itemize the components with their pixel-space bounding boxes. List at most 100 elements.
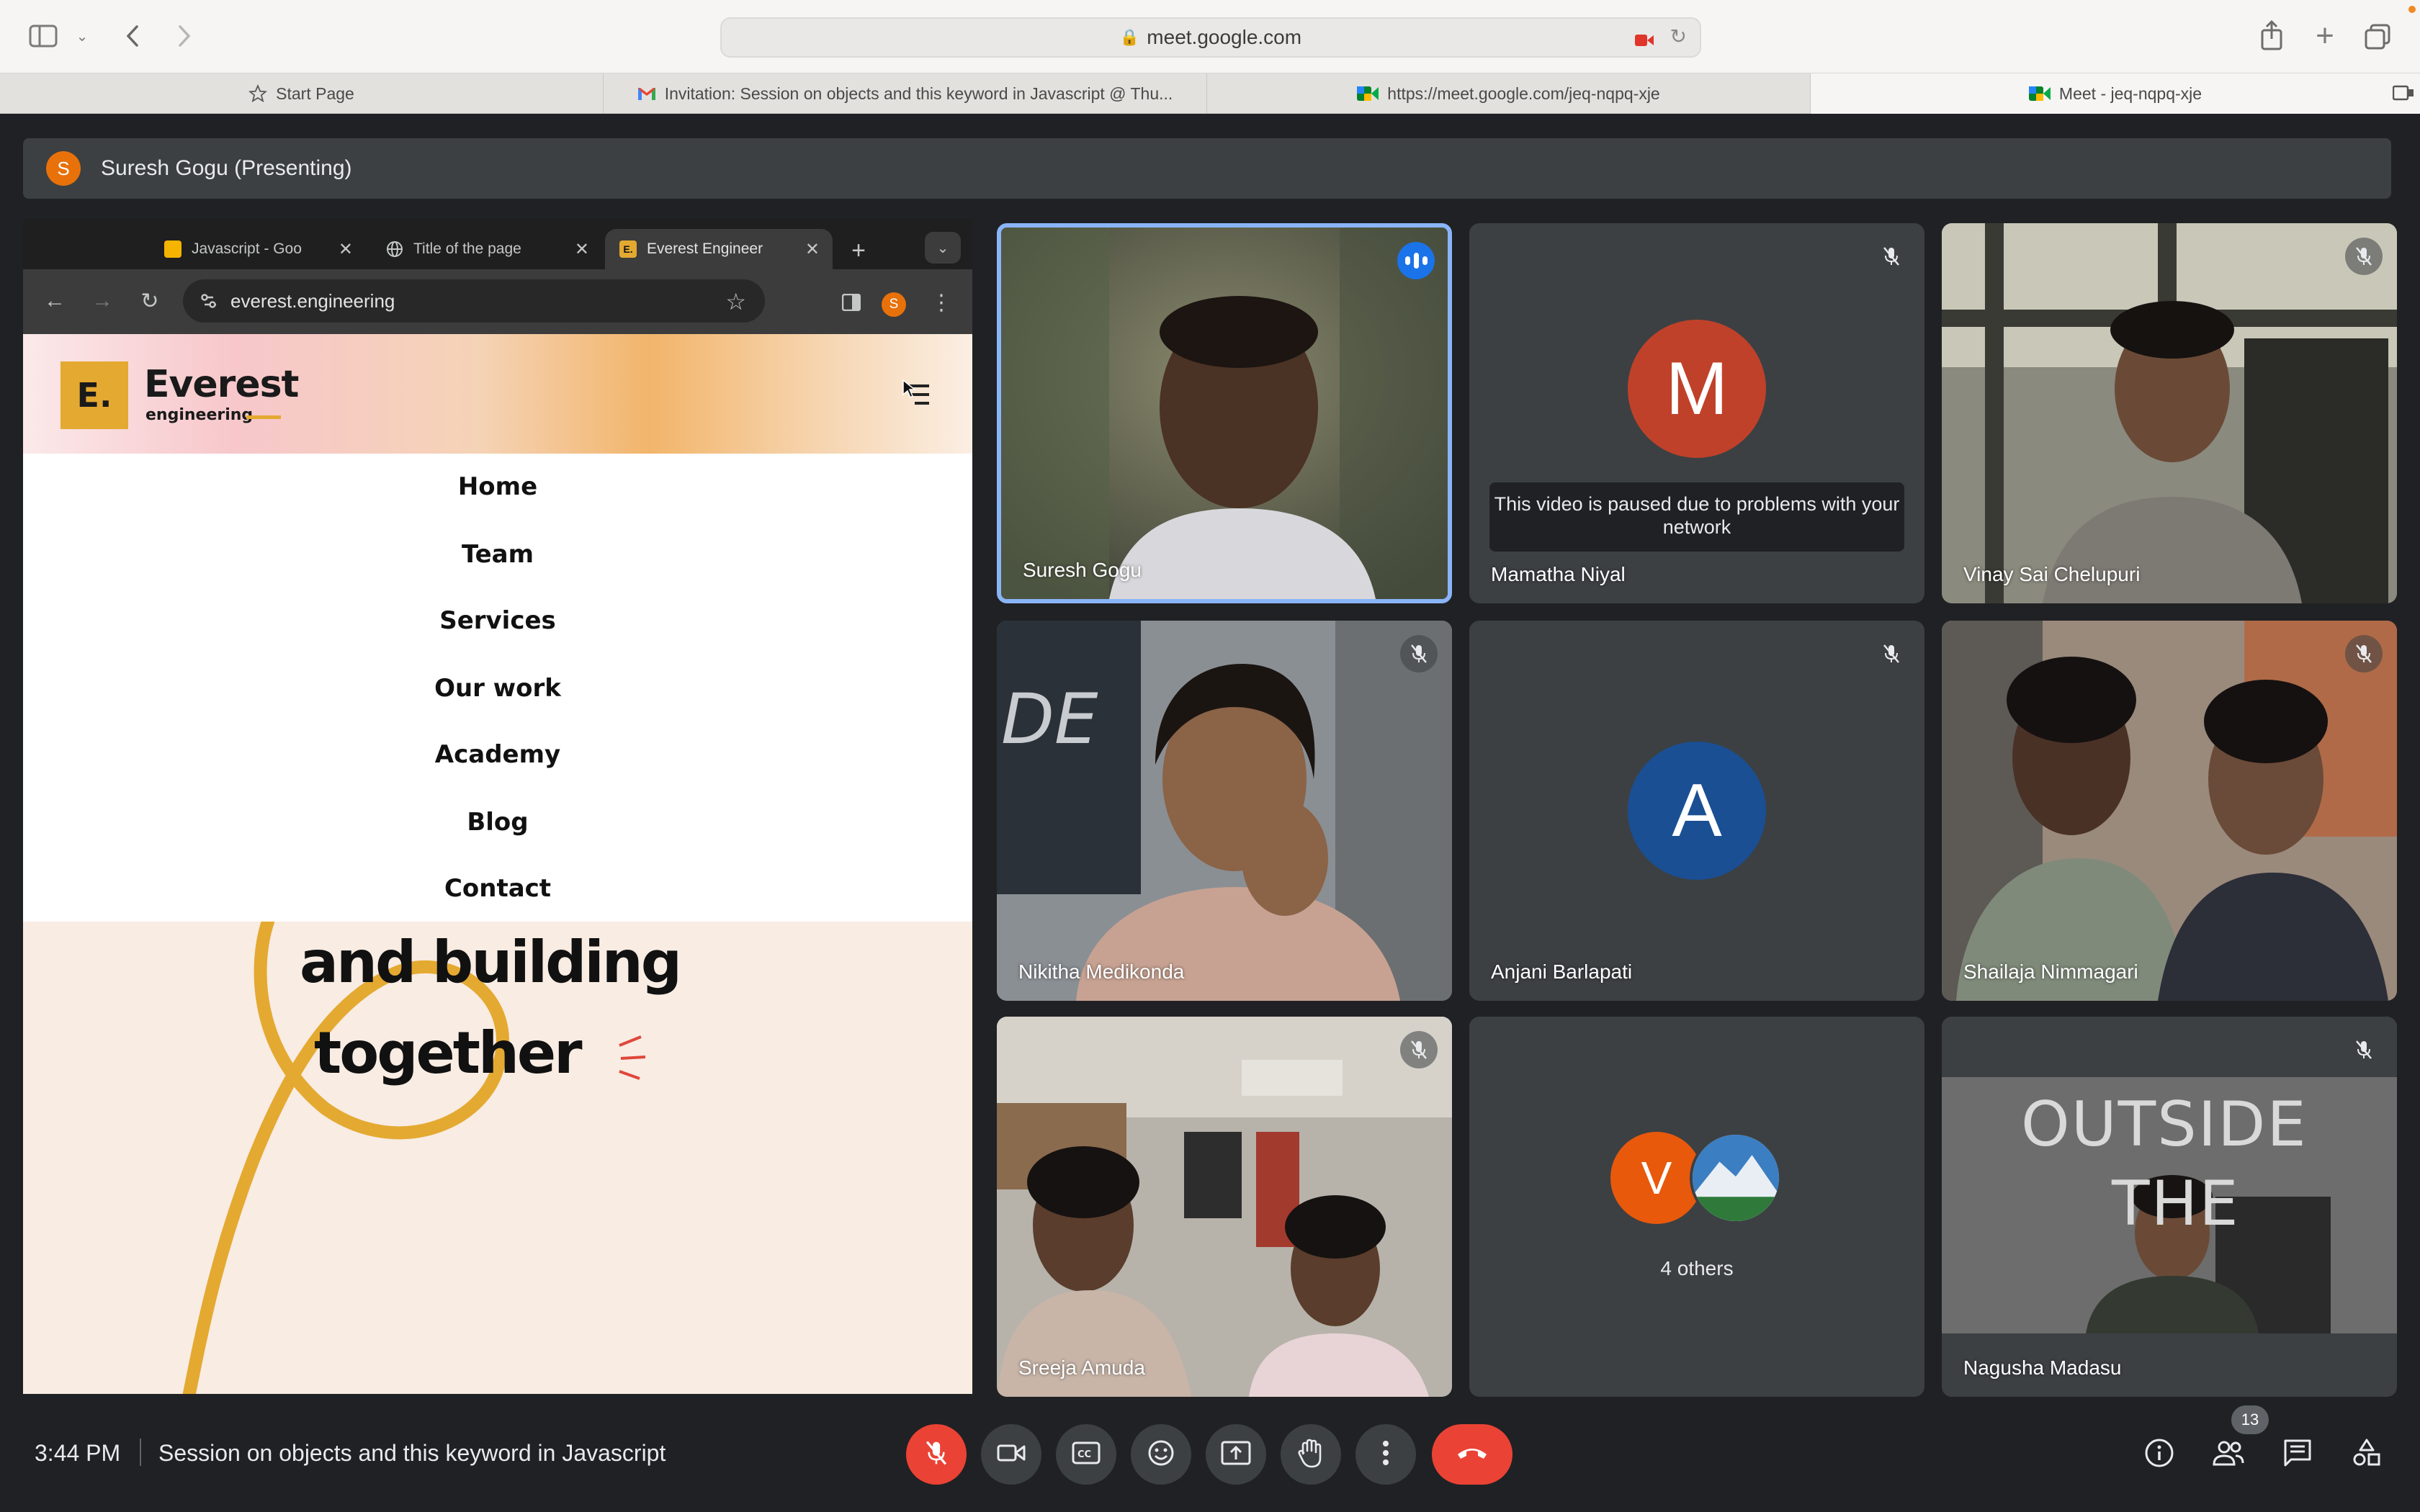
more-options-button[interactable] (1355, 1424, 1416, 1485)
sidebar-toggle-icon[interactable] (27, 22, 59, 50)
address-bar[interactable]: 🔒 meet.google.com ↻ (720, 17, 1701, 58)
participant-tile[interactable]: A Anjani Barlapati (1469, 621, 1924, 1001)
nav-our-work[interactable]: Our work (23, 674, 972, 703)
close-tab-icon[interactable]: ✕ (339, 239, 353, 260)
participant-tile[interactable]: Sreeja Amuda (997, 1017, 1452, 1397)
tab-search-icon[interactable]: ⌄ (925, 232, 961, 264)
globe-icon (386, 240, 403, 258)
camera-in-use-icon[interactable] (1635, 30, 1654, 46)
logo-subtitle: engineering (145, 406, 254, 424)
omnibox[interactable]: everest.engineering ☆ (183, 279, 765, 323)
new-tab-icon[interactable]: + (843, 236, 874, 265)
speaking-indicator-icon (1397, 242, 1435, 279)
divider (140, 1439, 141, 1466)
video-camera-icon (997, 1442, 1026, 1467)
others-tile[interactable]: V 4 others (1469, 1017, 1924, 1397)
participant-name: Shailaja Nimmagari (1963, 960, 2138, 983)
safari-tab-meet-link[interactable]: https://meet.google.com/jeq-nqpq-xje (1207, 73, 1811, 114)
participant-tile[interactable]: OUTSIDE THE Nagusha Madasu (1942, 1017, 2397, 1397)
people-button[interactable] (2205, 1431, 2251, 1477)
mic-off-icon (2345, 635, 2383, 672)
nav-blog[interactable]: Blog (23, 808, 972, 837)
tab-overview-icon[interactable] (2362, 22, 2393, 52)
menu-toggle-icon[interactable] (900, 379, 936, 418)
meet-icon (1357, 85, 1379, 102)
logo-mark[interactable]: E. (60, 361, 128, 429)
mic-off-icon (1873, 238, 1910, 275)
meet-icon (2028, 85, 2051, 102)
safari-tab-invitation[interactable]: Invitation: Session on objects and this … (604, 73, 1207, 114)
others-count-label: 4 others (1660, 1257, 1734, 1279)
bookmark-star-icon[interactable]: ☆ (725, 288, 746, 315)
chevron-down-icon[interactable]: ⌄ (72, 26, 92, 46)
close-tab-icon[interactable]: ✕ (805, 239, 820, 260)
share-icon[interactable] (2257, 17, 2286, 53)
tab-strip-overflow-icon[interactable] (2392, 84, 2414, 106)
participant-tile[interactable]: Suresh Gogu (997, 223, 1452, 603)
nav-contact[interactable]: Contact (23, 874, 972, 903)
everest-favicon: E. (619, 240, 637, 258)
nav-academy[interactable]: Academy (23, 740, 972, 769)
safari-tab-meet-active[interactable]: Meet - jeq-nqpq-xje (1811, 73, 2420, 114)
nav-services[interactable]: Services (23, 606, 972, 635)
chat-button[interactable] (2275, 1431, 2321, 1477)
activities-button[interactable] (2344, 1431, 2390, 1477)
chrome-toolbar: ← → ↻ everest.engineering ☆ S ⋮ (23, 269, 972, 334)
reload-icon[interactable]: ↻ (1670, 24, 1687, 48)
chrome-tab-title-page[interactable]: Title of the page ✕ (372, 229, 602, 269)
network-paused-notice: This video is paused due to problems wit… (1489, 482, 1904, 552)
captions-button[interactable]: CC (1056, 1424, 1116, 1485)
site-nav-menu: Home Team Services Our work Academy Blog… (23, 454, 972, 922)
site-info-icon[interactable] (199, 291, 219, 316)
notification-dot (2408, 6, 2416, 13)
star-icon (248, 84, 268, 103)
raise-hand-button[interactable] (1281, 1424, 1341, 1485)
nav-home[interactable]: Home (23, 472, 972, 501)
wall-lettering: DE (1001, 679, 1098, 760)
lock-icon: 🔒 (1119, 28, 1140, 46)
back-icon[interactable]: ← (39, 285, 71, 317)
participant-tile[interactable]: Shailaja Nimmagari (1942, 621, 2397, 1001)
safari-tab-start-page[interactable]: Start Page (0, 73, 604, 114)
reactions-button[interactable] (1131, 1424, 1191, 1485)
participant-name: Vinay Sai Chelupuri (1963, 563, 2141, 585)
info-icon (2144, 1438, 2174, 1472)
participant-tile[interactable]: M This video is paused due to problems w… (1469, 223, 1924, 603)
participant-tile[interactable]: Vinay Sai Chelupuri (1942, 223, 2397, 603)
more-menu-icon[interactable]: ⋮ (931, 287, 952, 318)
participant-name: Mamatha Niyal (1491, 563, 1626, 585)
mic-off-icon (2345, 238, 2383, 275)
back-icon[interactable] (118, 20, 147, 52)
microphone-toggle-button[interactable] (906, 1424, 967, 1485)
logo-name[interactable]: Everest (144, 363, 299, 406)
more-vert-icon (1382, 1440, 1389, 1470)
nav-team[interactable]: Team (23, 540, 972, 569)
chrome-tab-javascript[interactable]: Javascript - Goo ✕ (150, 229, 366, 269)
hand-icon (1297, 1438, 1325, 1472)
site-header: E. Everest engineering (23, 334, 972, 454)
present-screen-icon (1221, 1441, 1251, 1469)
reload-icon[interactable]: ↻ (134, 285, 166, 317)
others-avatar-v: V (1610, 1132, 1703, 1224)
camera-toggle-button[interactable] (981, 1424, 1041, 1485)
gmail-icon (637, 86, 656, 101)
participant-video (1942, 621, 2397, 1001)
logo-underline (246, 415, 281, 419)
forward-icon[interactable] (170, 20, 199, 52)
close-tab-icon[interactable]: ✕ (575, 239, 589, 260)
emoji-icon (1147, 1439, 1175, 1471)
leave-call-button[interactable] (1432, 1424, 1512, 1485)
side-panel-icon[interactable] (837, 288, 866, 317)
profile-avatar[interactable]: S (882, 292, 906, 317)
forward-icon[interactable]: → (86, 285, 118, 317)
participant-avatar: A (1628, 742, 1766, 880)
chrome-tab-everest[interactable]: E. Everest Engineer ✕ (605, 229, 833, 269)
chat-icon (2282, 1438, 2313, 1472)
participant-tile[interactable]: DE Nikitha Medikonda (997, 621, 1452, 1001)
participant-name: Suresh Gogu (1023, 559, 1142, 581)
new-tab-icon[interactable]: + (2311, 18, 2339, 53)
hang-up-icon (1455, 1444, 1489, 1465)
participant-name: Nikitha Medikonda (1018, 960, 1185, 983)
present-screen-button[interactable] (1206, 1424, 1266, 1485)
meeting-details-button[interactable] (2136, 1431, 2182, 1477)
